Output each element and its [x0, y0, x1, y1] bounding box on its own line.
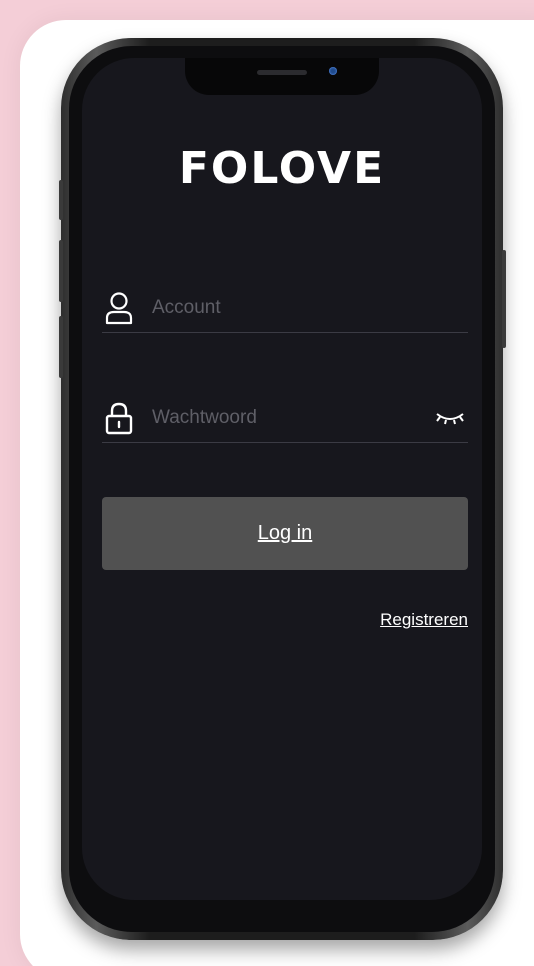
login-button-label: Log in — [257, 522, 313, 544]
front-camera — [329, 67, 337, 75]
register-link[interactable]: Registreren — [380, 610, 468, 630]
page-background: FOLOVE Log in — [0, 0, 534, 966]
eye-closed-icon[interactable] — [434, 408, 466, 428]
password-input[interactable] — [152, 403, 402, 433]
user-icon — [105, 292, 133, 325]
account-input[interactable] — [152, 293, 402, 323]
password-field[interactable] — [102, 398, 468, 443]
account-field[interactable] — [102, 288, 468, 333]
phone-screen: FOLOVE Log in — [82, 58, 482, 900]
phone-notch — [185, 58, 379, 95]
app-logo: FOLOVE — [178, 143, 386, 194]
login-button[interactable]: Log in — [102, 497, 468, 570]
phone-volume-down — [59, 316, 63, 378]
lock-icon — [105, 402, 133, 435]
phone-mute-switch — [59, 180, 63, 220]
speaker-grille — [257, 70, 307, 75]
phone-power-button — [502, 250, 506, 348]
phone-volume-up — [59, 240, 63, 302]
